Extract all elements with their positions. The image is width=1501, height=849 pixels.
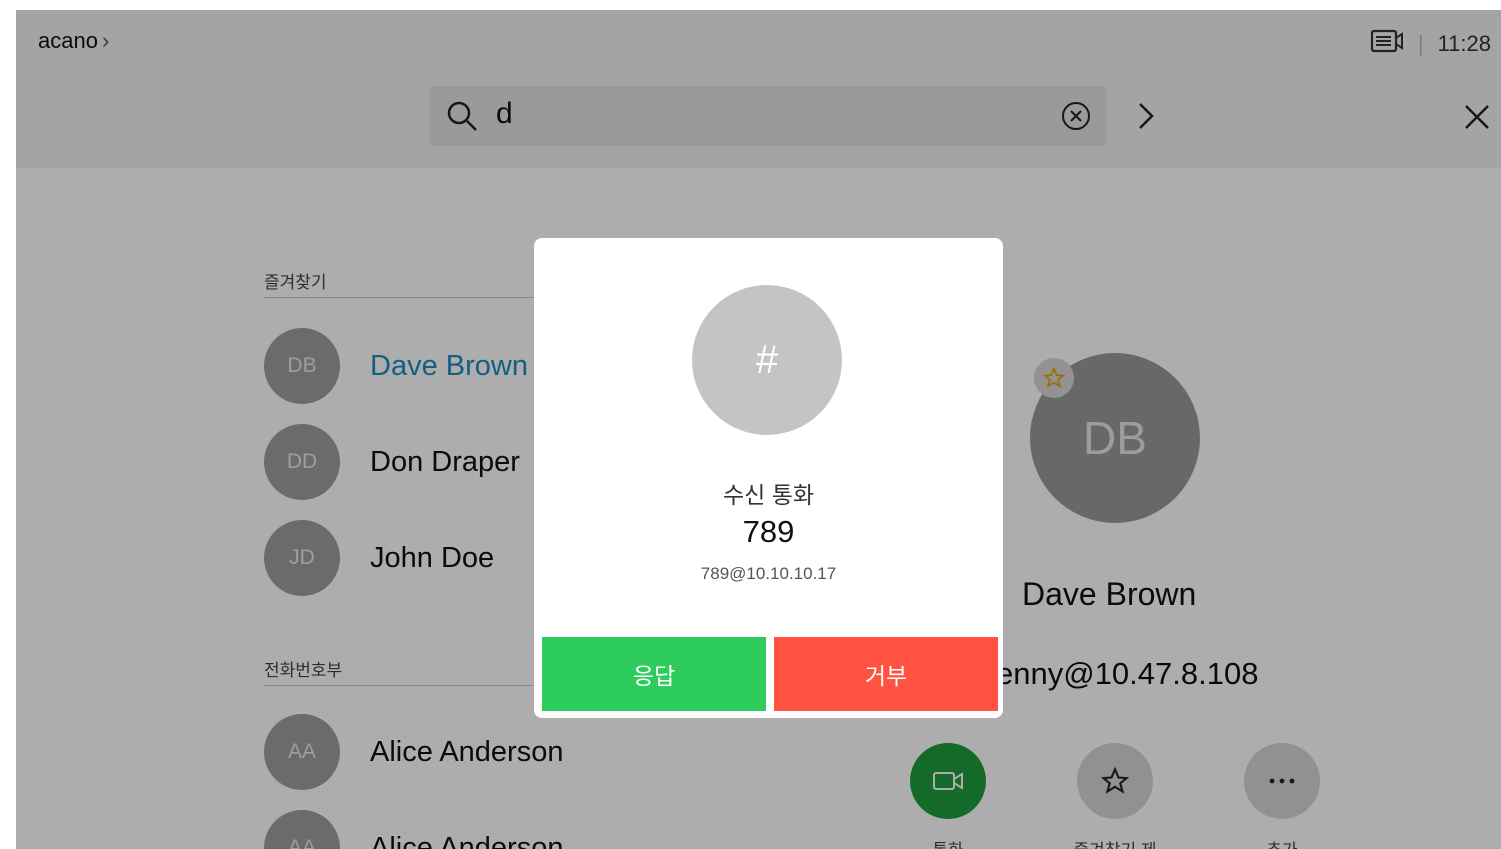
caller-number: 789 [742, 514, 795, 549]
screen: acano› | 11:28 즐겨찾기 DB Dave Brown [16, 10, 1501, 849]
caller-avatar: # [692, 285, 842, 435]
decline-button[interactable]: 거부 [774, 637, 998, 711]
incoming-call-dialog: # 수신 통화 789 789@10.10.10.17 응답 거부 [534, 238, 1003, 718]
answer-button[interactable]: 응답 [542, 637, 766, 711]
caller-uri: 789@10.10.10.17 [700, 564, 837, 583]
dialog-title: 수신 통화 [722, 482, 815, 508]
